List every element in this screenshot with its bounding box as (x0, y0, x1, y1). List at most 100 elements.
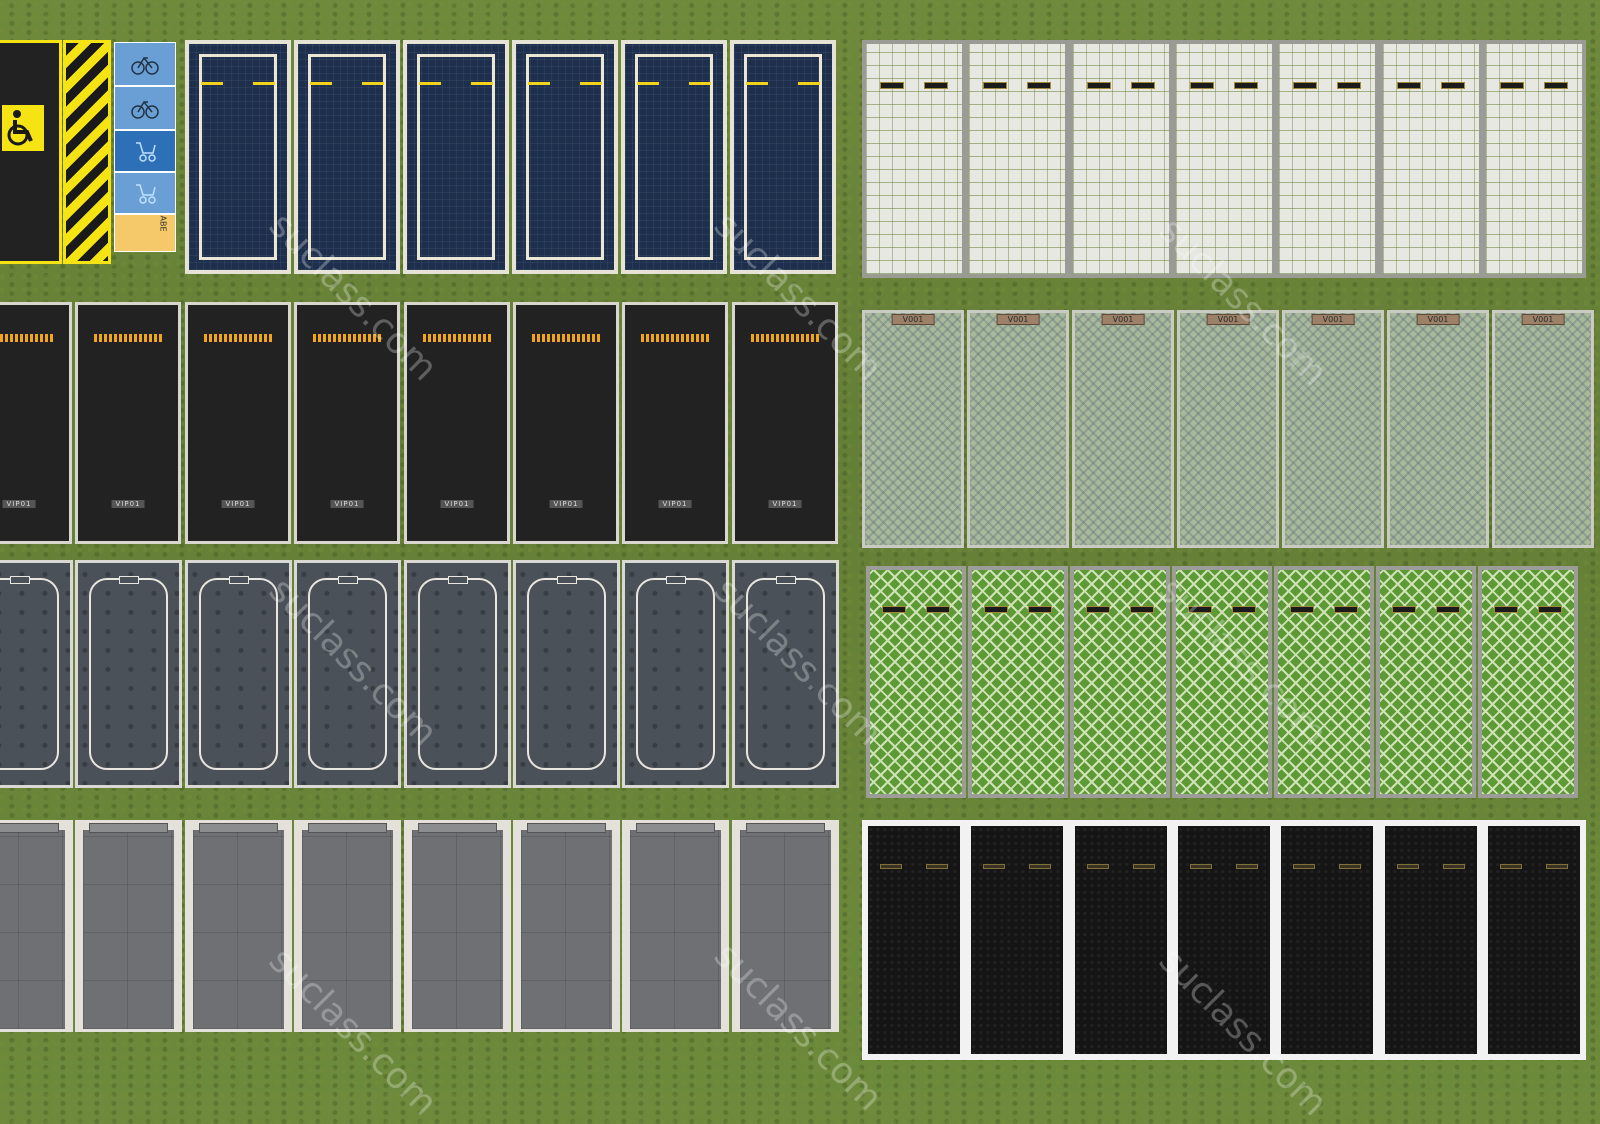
stall-surface (1180, 313, 1276, 545)
parking-stall: VIP01 (294, 302, 400, 544)
parking-stall (403, 40, 509, 274)
wheel-stop (1500, 864, 1522, 869)
stall-surface (1285, 313, 1381, 545)
parking-stall (185, 40, 291, 274)
curb-stop (527, 823, 606, 833)
parking-stall (1376, 566, 1476, 798)
stall-surface (1281, 826, 1373, 1054)
wheel-stop (1232, 606, 1256, 613)
parking-stall (0, 820, 73, 1032)
stall-surface (972, 570, 1064, 794)
stall-surface (1390, 313, 1486, 545)
wheel-stop (1027, 82, 1051, 89)
wheel-stop (1190, 82, 1214, 89)
parking-stall (732, 820, 839, 1032)
wheel-stop (1188, 606, 1212, 613)
bay-label: VIP01 (111, 500, 145, 508)
bay-plate: V001 (1416, 314, 1460, 325)
bay-label: VIP01 (768, 500, 802, 508)
parking-stall (1070, 566, 1170, 798)
bay-plate: V001 (1311, 314, 1355, 325)
bay-tag (447, 576, 468, 584)
parking-stall (1172, 820, 1276, 1060)
wheel-stop (1290, 606, 1314, 613)
stall-surface (412, 830, 503, 1029)
wheel-stop (1190, 864, 1212, 869)
lane-dash (580, 82, 602, 85)
curb-stop (89, 823, 168, 833)
stall-surface (1176, 570, 1268, 794)
wheel-stop (882, 606, 906, 613)
lane-dash (528, 82, 550, 85)
wheel-stop (1133, 864, 1155, 869)
stall-surface (740, 830, 831, 1029)
parking-stall (1172, 40, 1276, 278)
wheel-stop (1087, 864, 1109, 869)
wheel-stop (926, 864, 948, 869)
parking-stall (1482, 820, 1586, 1060)
lane-dash (362, 82, 384, 85)
stall-surface (1380, 570, 1472, 794)
stall-surface (1278, 570, 1370, 794)
stall-surface (0, 830, 65, 1029)
bay-tag (556, 576, 577, 584)
stall-surface (1178, 826, 1270, 1054)
parking-stall (1379, 40, 1483, 278)
parking-stall (294, 820, 401, 1032)
parking-stall: V001 (1282, 310, 1384, 548)
stall-surface (1495, 313, 1591, 545)
wheel-stop (1544, 82, 1568, 89)
bay-plate: V001 (1521, 314, 1565, 325)
wheel-stop (1538, 606, 1562, 613)
orange-stripe (94, 334, 162, 342)
bicycle-icon (114, 42, 176, 86)
wheel-stop (1293, 82, 1317, 89)
wheel-stop (1339, 864, 1361, 869)
wheel-stop (983, 864, 1005, 869)
parking-stall (862, 820, 966, 1060)
bay-tag (665, 576, 686, 584)
stall-surface (1385, 826, 1477, 1054)
stall-outline (527, 578, 606, 770)
stall-outline (89, 578, 168, 770)
bay-plate: V001 (996, 314, 1040, 325)
cell-label: ABE (158, 215, 168, 232)
parking-stall: VIP01 (732, 302, 838, 544)
curb-stop (746, 823, 825, 833)
wheel-stop (924, 82, 948, 89)
stall-surface (866, 44, 962, 274)
parking-stall (404, 820, 511, 1032)
wheel-stop (1494, 606, 1518, 613)
bay-plate: V001 (1101, 314, 1145, 325)
parking-stall (1275, 820, 1379, 1060)
wheel-stop (983, 82, 1007, 89)
parking-stall (965, 40, 1069, 278)
stall-surface (1075, 313, 1171, 545)
parking-stall: V001 (862, 310, 964, 548)
stall-outline (418, 578, 497, 770)
wheel-stop (1086, 606, 1110, 613)
stall-surface (83, 830, 174, 1029)
parking-stall (1069, 820, 1173, 1060)
stall-outline (636, 578, 715, 770)
bay-tag (337, 576, 358, 584)
stall-surface (521, 830, 612, 1029)
bay-label: VIP01 (2, 500, 36, 508)
parking-stall (75, 560, 182, 788)
lane-dash (689, 82, 711, 85)
parking-stall (294, 40, 400, 274)
stall-surface (971, 826, 1063, 1054)
lane-dash (201, 82, 223, 85)
parking-stall (1275, 40, 1379, 278)
curb-stop (308, 823, 387, 833)
wheel-stop (1436, 606, 1460, 613)
parking-stall (404, 560, 511, 788)
parking-stall (965, 820, 1069, 1060)
bay-tag (118, 576, 139, 584)
parking-stall: V001 (1492, 310, 1594, 548)
orange-stripe (313, 334, 381, 342)
wheelchair-icon (2, 105, 44, 151)
lane-dash (637, 82, 659, 85)
stall-outline (308, 578, 387, 770)
wheel-stop (926, 606, 950, 613)
